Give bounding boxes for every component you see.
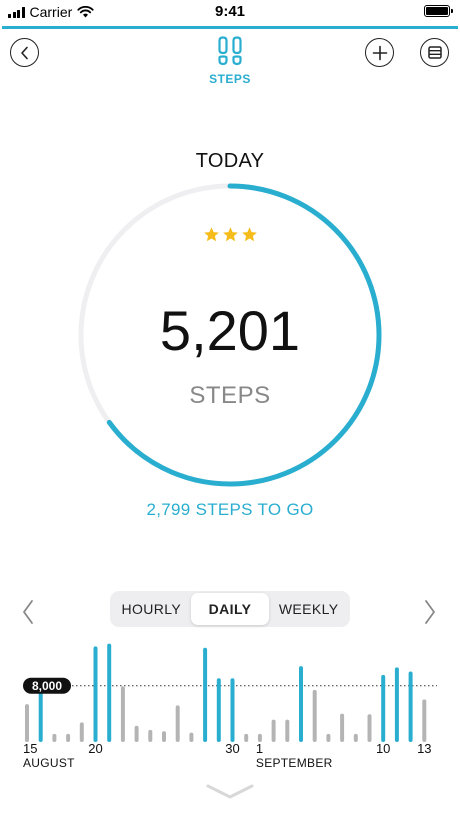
tick-label-15: 15 <box>23 741 37 756</box>
daily-steps-chart: 8,000 15AUGUST 20 30 1SEPTEMBER 10 13 <box>23 643 437 770</box>
plus-icon <box>372 45 387 60</box>
steps-remaining: 2,799 STEPS TO GO <box>146 500 314 519</box>
back-button[interactable] <box>10 38 39 67</box>
list-icon <box>427 46 442 59</box>
tab-hourly[interactable]: HOURLY <box>112 593 191 625</box>
footprints-icon <box>218 36 242 66</box>
rating-stars <box>0 226 460 243</box>
star-icon <box>203 227 219 242</box>
tick-label-13: 13 <box>417 741 431 756</box>
period-label: TODAY <box>195 150 265 172</box>
step-unit-label: STEPS <box>189 382 271 409</box>
tick-label-1: 1 <box>256 741 263 756</box>
tick-label-30: 30 <box>225 741 239 756</box>
chevron-left-icon <box>23 600 33 624</box>
header-accent-line <box>2 26 458 29</box>
step-count: 5,201 <box>159 299 301 362</box>
next-period-button[interactable] <box>422 598 438 631</box>
page-title: STEPS <box>209 72 251 86</box>
tab-weekly[interactable]: WEEKLY <box>269 593 348 625</box>
battery-level <box>426 7 448 15</box>
goal-label: 8,000 <box>32 679 62 693</box>
chevron-left-icon <box>20 46 28 59</box>
tick-label-10: 10 <box>376 741 390 756</box>
chevron-right-icon <box>425 600 435 624</box>
view-toggle: HOURLY DAILY WEEKLY <box>110 591 350 627</box>
status-bar: Carrier 9:41 <box>0 0 460 26</box>
star-icon <box>222 227 238 242</box>
month-label-september: SEPTEMBER <box>256 756 333 770</box>
status-time: 9:41 <box>214 3 246 20</box>
month-label-august: AUGUST <box>23 756 75 770</box>
battery-icon <box>424 5 453 17</box>
tick-label-20: 20 <box>88 741 102 756</box>
previous-period-button[interactable] <box>20 598 36 631</box>
list-button[interactable] <box>420 38 449 67</box>
tab-daily[interactable]: DAILY <box>190 593 270 625</box>
add-button[interactable] <box>365 38 394 67</box>
star-icon <box>241 227 257 242</box>
steps-header: STEPS <box>200 36 260 86</box>
expand-chevron-icon[interactable] <box>205 782 255 800</box>
